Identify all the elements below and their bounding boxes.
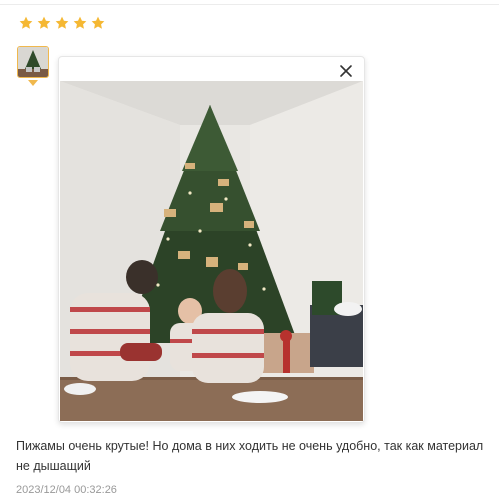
- close-icon: [340, 65, 352, 77]
- thumbnail-image: [18, 47, 48, 77]
- review-photo-thumbnail[interactable]: [17, 46, 49, 78]
- top-divider: [0, 4, 499, 5]
- photo-preview: [58, 56, 365, 423]
- review-text: Пижамы очень крутые! Но дома в них ходит…: [16, 439, 484, 473]
- star-icon: [19, 16, 33, 29]
- review-date: 2023/12/04 00:32:26: [16, 484, 117, 496]
- star-icon: [55, 16, 69, 29]
- preview-photo: [60, 81, 363, 421]
- star-icon: [73, 16, 87, 29]
- close-button[interactable]: [336, 61, 356, 81]
- star-icon: [91, 16, 105, 29]
- rating-stars: [18, 15, 106, 31]
- star-icon: [37, 16, 51, 29]
- thumbnail-pointer: [28, 80, 38, 86]
